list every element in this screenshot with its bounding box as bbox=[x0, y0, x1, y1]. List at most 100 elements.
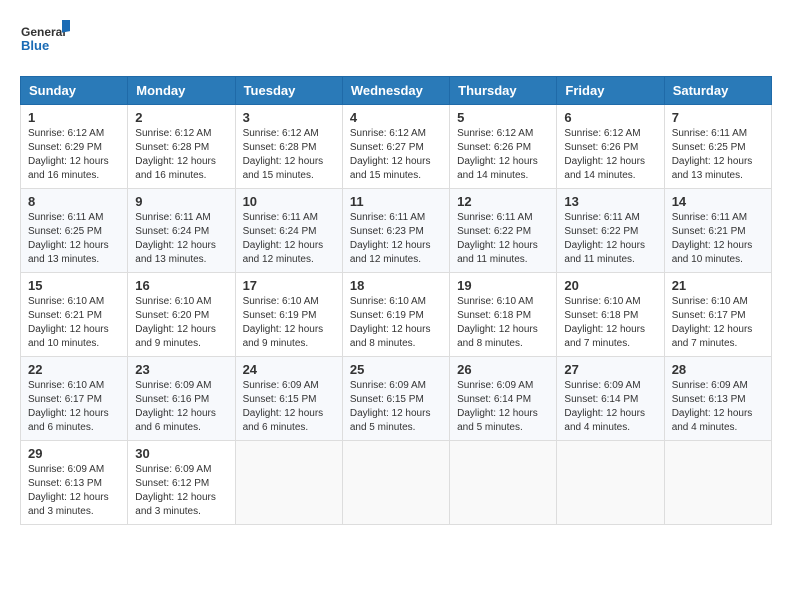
day-number: 26 bbox=[457, 362, 549, 377]
day-number: 8 bbox=[28, 194, 120, 209]
day-number: 9 bbox=[135, 194, 227, 209]
calendar-header-monday: Monday bbox=[128, 77, 235, 105]
day-number: 13 bbox=[564, 194, 656, 209]
day-number: 29 bbox=[28, 446, 120, 461]
day-info: Sunrise: 6:12 AMSunset: 6:26 PMDaylight:… bbox=[564, 127, 656, 183]
page-header: General Blue bbox=[20, 20, 772, 60]
calendar-header-thursday: Thursday bbox=[450, 77, 557, 105]
calendar-header-row: SundayMondayTuesdayWednesdayThursdayFrid… bbox=[21, 77, 772, 105]
calendar-cell: 8Sunrise: 6:11 AMSunset: 6:25 PMDaylight… bbox=[21, 189, 128, 273]
day-number: 3 bbox=[243, 110, 335, 125]
calendar-header-wednesday: Wednesday bbox=[342, 77, 449, 105]
calendar-header-sunday: Sunday bbox=[21, 77, 128, 105]
day-info: Sunrise: 6:12 AMSunset: 6:26 PMDaylight:… bbox=[457, 127, 549, 183]
day-info: Sunrise: 6:12 AMSunset: 6:29 PMDaylight:… bbox=[28, 127, 120, 183]
day-number: 15 bbox=[28, 278, 120, 293]
day-info: Sunrise: 6:11 AMSunset: 6:24 PMDaylight:… bbox=[135, 211, 227, 267]
calendar-cell: 14 Sunrise: 6:11 AMSunset: 6:21 PMDayligh… bbox=[664, 189, 771, 273]
day-info: Sunrise: 6:09 AMSunset: 6:14 PMDaylight:… bbox=[564, 379, 656, 435]
day-info: Sunrise: 6:09 AMSunset: 6:13 PMDaylight:… bbox=[672, 379, 764, 435]
day-info: Sunrise: 6:12 AMSunset: 6:28 PMDaylight:… bbox=[135, 127, 227, 183]
calendar-cell bbox=[664, 441, 771, 525]
day-info: Sunrise: 6:12 AMSunset: 6:27 PMDaylight:… bbox=[350, 127, 442, 183]
calendar-week-row: 22Sunrise: 6:10 AMSunset: 6:17 PMDayligh… bbox=[21, 357, 772, 441]
calendar-cell: 6 Sunrise: 6:12 AMSunset: 6:26 PMDaylight… bbox=[557, 105, 664, 189]
day-number: 24 bbox=[243, 362, 335, 377]
day-number: 5 bbox=[457, 110, 549, 125]
calendar-header-tuesday: Tuesday bbox=[235, 77, 342, 105]
calendar-cell: 19Sunrise: 6:10 AMSunset: 6:18 PMDayligh… bbox=[450, 273, 557, 357]
day-info: Sunrise: 6:10 AMSunset: 6:17 PMDaylight:… bbox=[28, 379, 120, 435]
day-info: Sunrise: 6:10 AMSunset: 6:20 PMDaylight:… bbox=[135, 295, 227, 351]
day-number: 10 bbox=[243, 194, 335, 209]
day-number: 21 bbox=[672, 278, 764, 293]
calendar-week-row: 15Sunrise: 6:10 AMSunset: 6:21 PMDayligh… bbox=[21, 273, 772, 357]
calendar-cell: 20Sunrise: 6:10 AMSunset: 6:18 PMDayligh… bbox=[557, 273, 664, 357]
calendar-week-row: 8Sunrise: 6:11 AMSunset: 6:25 PMDaylight… bbox=[21, 189, 772, 273]
day-info: Sunrise: 6:11 AMSunset: 6:21 PMDaylight:… bbox=[672, 211, 764, 267]
calendar-cell bbox=[450, 441, 557, 525]
calendar-cell: 17Sunrise: 6:10 AMSunset: 6:19 PMDayligh… bbox=[235, 273, 342, 357]
calendar-cell: 26 Sunrise: 6:09 AMSunset: 6:14 PMDayligh… bbox=[450, 357, 557, 441]
logo-svg: General Blue bbox=[20, 20, 70, 60]
day-number: 18 bbox=[350, 278, 442, 293]
calendar-cell: 24 Sunrise: 6:09 AMSunset: 6:15 PMDayligh… bbox=[235, 357, 342, 441]
day-number: 23 bbox=[135, 362, 227, 377]
day-info: Sunrise: 6:10 AMSunset: 6:19 PMDaylight:… bbox=[350, 295, 442, 351]
day-number: 17 bbox=[243, 278, 335, 293]
calendar-table: SundayMondayTuesdayWednesdayThursdayFrid… bbox=[20, 76, 772, 525]
calendar-cell: 11 Sunrise: 6:11 AMSunset: 6:23 PMDayligh… bbox=[342, 189, 449, 273]
day-number: 12 bbox=[457, 194, 549, 209]
calendar-cell: 18 Sunrise: 6:10 AMSunset: 6:19 PMDayligh… bbox=[342, 273, 449, 357]
calendar-header-friday: Friday bbox=[557, 77, 664, 105]
day-info: Sunrise: 6:11 AMSunset: 6:25 PMDaylight:… bbox=[672, 127, 764, 183]
day-info: Sunrise: 6:11 AMSunset: 6:24 PMDaylight:… bbox=[243, 211, 335, 267]
day-number: 30 bbox=[135, 446, 227, 461]
calendar-cell bbox=[557, 441, 664, 525]
calendar-cell: 7 Sunrise: 6:11 AMSunset: 6:25 PMDaylight… bbox=[664, 105, 771, 189]
svg-text:General: General bbox=[21, 25, 66, 39]
day-info: Sunrise: 6:11 AMSunset: 6:22 PMDaylight:… bbox=[457, 211, 549, 267]
day-number: 27 bbox=[564, 362, 656, 377]
day-info: Sunrise: 6:09 AMSunset: 6:12 PMDaylight:… bbox=[135, 463, 227, 519]
calendar-cell: 22Sunrise: 6:10 AMSunset: 6:17 PMDayligh… bbox=[21, 357, 128, 441]
calendar-cell: 29Sunrise: 6:09 AMSunset: 6:13 PMDayligh… bbox=[21, 441, 128, 525]
day-info: Sunrise: 6:11 AMSunset: 6:23 PMDaylight:… bbox=[350, 211, 442, 267]
day-number: 25 bbox=[350, 362, 442, 377]
calendar-cell: 1 Sunrise: 6:12 AMSunset: 6:29 PMDaylight… bbox=[21, 105, 128, 189]
day-number: 20 bbox=[564, 278, 656, 293]
svg-text:Blue: Blue bbox=[21, 38, 49, 53]
day-info: Sunrise: 6:09 AMSunset: 6:15 PMDaylight:… bbox=[243, 379, 335, 435]
day-number: 28 bbox=[672, 362, 764, 377]
day-info: Sunrise: 6:09 AMSunset: 6:16 PMDaylight:… bbox=[135, 379, 227, 435]
calendar-cell: 16 Sunrise: 6:10 AMSunset: 6:20 PMDayligh… bbox=[128, 273, 235, 357]
calendar-cell: 4Sunrise: 6:12 AMSunset: 6:27 PMDaylight… bbox=[342, 105, 449, 189]
day-number: 19 bbox=[457, 278, 549, 293]
calendar-cell: 13 Sunrise: 6:11 AMSunset: 6:22 PMDayligh… bbox=[557, 189, 664, 273]
day-number: 14 bbox=[672, 194, 764, 209]
day-number: 6 bbox=[564, 110, 656, 125]
day-number: 16 bbox=[135, 278, 227, 293]
day-info: Sunrise: 6:10 AMSunset: 6:17 PMDaylight:… bbox=[672, 295, 764, 351]
calendar-cell: 15Sunrise: 6:10 AMSunset: 6:21 PMDayligh… bbox=[21, 273, 128, 357]
day-number: 7 bbox=[672, 110, 764, 125]
calendar-cell: 23 Sunrise: 6:09 AMSunset: 6:16 PMDayligh… bbox=[128, 357, 235, 441]
calendar-week-row: 1 Sunrise: 6:12 AMSunset: 6:29 PMDaylight… bbox=[21, 105, 772, 189]
day-number: 2 bbox=[135, 110, 227, 125]
calendar-cell: 3 Sunrise: 6:12 AMSunset: 6:28 PMDaylight… bbox=[235, 105, 342, 189]
day-info: Sunrise: 6:09 AMSunset: 6:15 PMDaylight:… bbox=[350, 379, 442, 435]
calendar-cell: 25 Sunrise: 6:09 AMSunset: 6:15 PMDayligh… bbox=[342, 357, 449, 441]
calendar-cell: 28 Sunrise: 6:09 AMSunset: 6:13 PMDayligh… bbox=[664, 357, 771, 441]
day-info: Sunrise: 6:12 AMSunset: 6:28 PMDaylight:… bbox=[243, 127, 335, 183]
calendar-cell: 27 Sunrise: 6:09 AMSunset: 6:14 PMDayligh… bbox=[557, 357, 664, 441]
calendar-cell bbox=[342, 441, 449, 525]
calendar-cell: 5 Sunrise: 6:12 AMSunset: 6:26 PMDaylight… bbox=[450, 105, 557, 189]
day-number: 1 bbox=[28, 110, 120, 125]
calendar-cell: 9 Sunrise: 6:11 AMSunset: 6:24 PMDaylight… bbox=[128, 189, 235, 273]
calendar-cell bbox=[235, 441, 342, 525]
day-number: 11 bbox=[350, 194, 442, 209]
day-info: Sunrise: 6:11 AMSunset: 6:22 PMDaylight:… bbox=[564, 211, 656, 267]
day-info: Sunrise: 6:09 AMSunset: 6:14 PMDaylight:… bbox=[457, 379, 549, 435]
calendar-cell: 2 Sunrise: 6:12 AMSunset: 6:28 PMDaylight… bbox=[128, 105, 235, 189]
calendar-cell: 21 Sunrise: 6:10 AMSunset: 6:17 PMDayligh… bbox=[664, 273, 771, 357]
